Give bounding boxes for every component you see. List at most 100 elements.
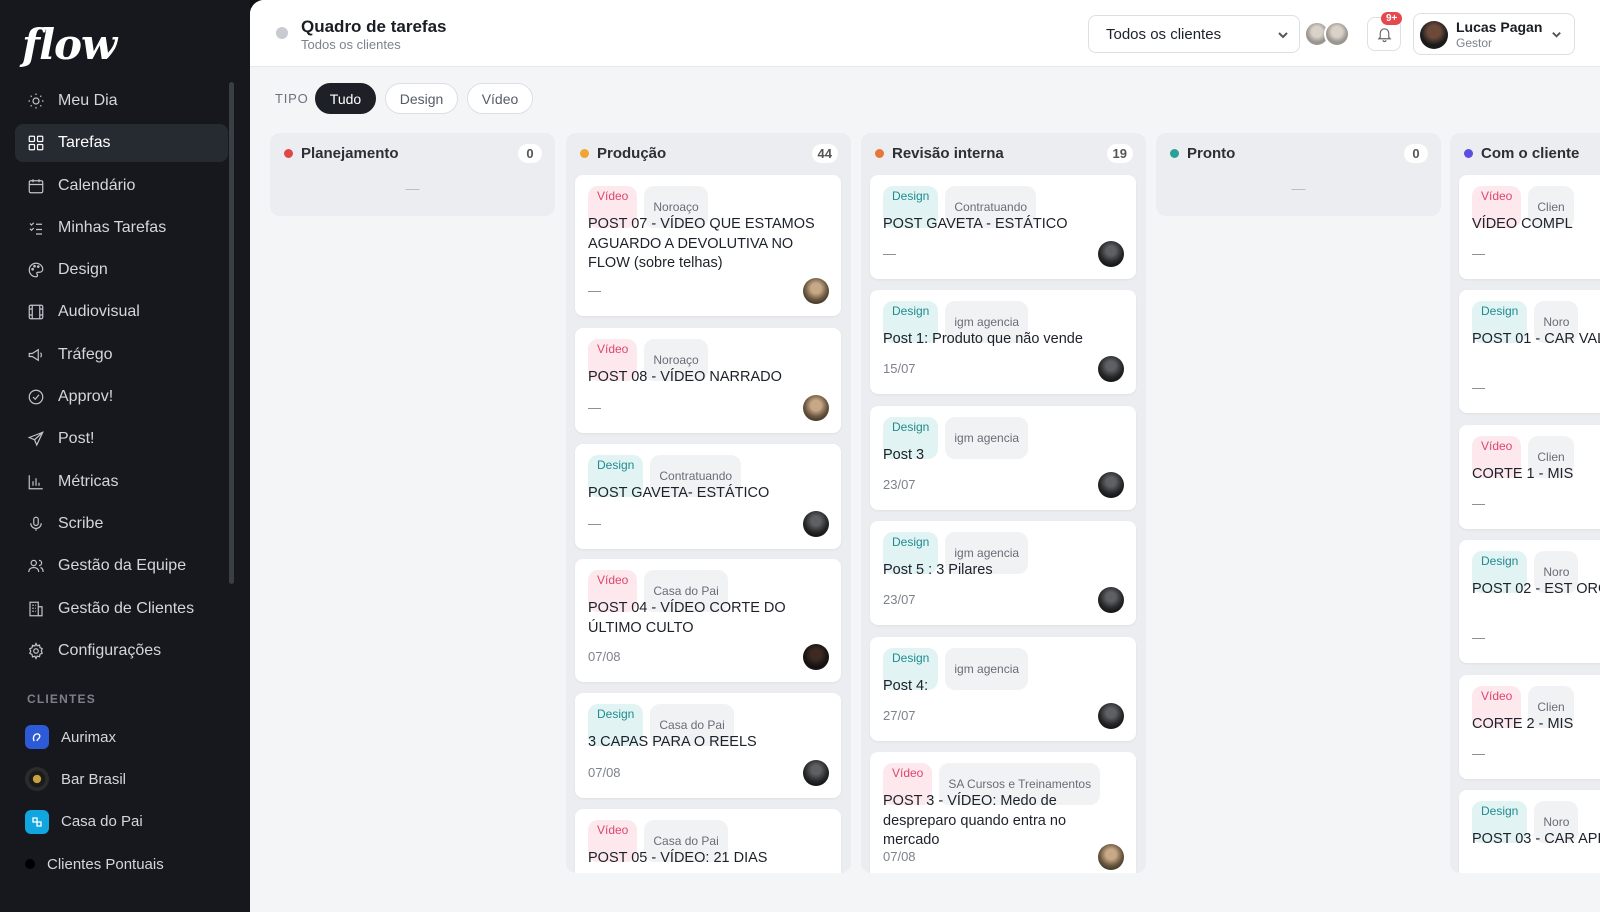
client-select[interactable]: Todos os clientes xyxy=(1088,15,1300,53)
sidebar-item-calendario[interactable]: Calendário xyxy=(15,167,228,205)
task-card[interactable]: Design igm agencia Post 1: Produto que não… xyxy=(870,290,1136,394)
card-title: POST 02 - EST ORGANIZA A C xyxy=(1472,581,1600,597)
task-card[interactable]: Vídeo Noroaço POST 07 - VÍDEO QUE ESTAMOS … xyxy=(575,175,841,316)
sidebar-item-scribe[interactable]: Scribe xyxy=(15,505,228,543)
sidebar-item-trafego[interactable]: Tráfego xyxy=(15,336,228,374)
client-name: Casa do Pai xyxy=(61,813,143,831)
task-card[interactable]: Vídeo Noroaço POST 08 - VÍDEO NARRADO — xyxy=(575,328,841,433)
sidebar-item-design[interactable]: Design xyxy=(15,251,228,289)
task-card[interactable]: Design igm agencia Post 3 23/07 xyxy=(870,406,1136,510)
sidebar-item-post[interactable]: Post! xyxy=(15,420,228,458)
column-count-badge: 0 xyxy=(518,144,542,163)
card-title: CORTE 2 - MIS xyxy=(1472,716,1574,732)
task-card[interactable]: Vídeo Clien VÍDEO COMPL — xyxy=(1459,175,1600,279)
client-name: Aurimax xyxy=(61,728,117,746)
task-card[interactable]: Vídeo SA Cursos e Treinamentos POST 3 - VÍ… xyxy=(870,752,1136,873)
avatar xyxy=(1098,356,1124,382)
task-card[interactable]: Design Casa do Pai 3 CAPAS PARA O REELS 07/… xyxy=(575,693,841,798)
client-dot-icon xyxy=(25,859,35,870)
card-due-date: — xyxy=(1472,496,1485,511)
client-name: Clientes Pontuais xyxy=(47,855,164,873)
page-title: Quadro de tarefas xyxy=(301,17,447,36)
sidebar-item-label: Post! xyxy=(58,430,95,448)
card-due-date: 15/07 xyxy=(883,361,916,376)
sidebar-item-gestao-de-clientes[interactable]: Gestão de Clientes xyxy=(15,590,228,628)
sun-icon xyxy=(28,93,44,109)
card-title: VÍDEO COMPL xyxy=(1472,216,1573,232)
column-header[interactable]: Pronto 0 xyxy=(1156,133,1441,174)
card-due-date: — xyxy=(1472,746,1485,761)
filter-label: TIPO xyxy=(275,91,309,106)
sidebar-item-approv[interactable]: Approv! xyxy=(15,378,228,416)
kanban-column: Pronto 0 — xyxy=(1156,133,1441,216)
sidebar-item-label: Métricas xyxy=(58,472,119,490)
filter-chip-tudo[interactable]: Tudo xyxy=(315,83,376,114)
sidebar-item-minhas-tarefas[interactable]: Minhas Tarefas xyxy=(15,209,228,247)
clients-list: Aurimax Bar Brasil Casa do Pai Clientes Pon… xyxy=(25,716,235,885)
column-header[interactable]: Revisão interna 19 xyxy=(861,133,1146,174)
column-header[interactable]: Produção 44 xyxy=(566,133,851,174)
user-menu[interactable]: Lucas Pagan Gestor xyxy=(1413,13,1575,55)
card-title: POST GAVETA - ESTÁTICO xyxy=(883,216,1068,232)
column-status-dot xyxy=(1464,149,1473,158)
task-card[interactable]: Design igm agencia Post 5 : 3 Pilares 23/07 xyxy=(870,521,1136,625)
gear-icon xyxy=(28,641,44,660)
column-status-dot xyxy=(1170,149,1179,158)
app-window: flow Meu Dia Tarefas Calendário Minhas Tare… xyxy=(0,0,1600,912)
client-item[interactable]: Bar Brasil xyxy=(25,758,235,800)
sidebar-item-label: Gestão da Equipe xyxy=(58,557,187,575)
card-title: POST 05 - VÍDEO: 21 DIAS xyxy=(588,850,768,866)
checklist-icon xyxy=(29,222,42,235)
task-card[interactable]: Design Contratuando POST GAVETA- ESTÁTICO — xyxy=(575,444,841,549)
sidebar-item-configuracoes[interactable]: Configurações xyxy=(15,632,228,670)
sidebar-item-meu-dia[interactable]: Meu Dia xyxy=(15,82,228,120)
sidebar-item-audiovisual[interactable]: Audiovisual xyxy=(15,293,228,331)
task-card[interactable]: Vídeo Casa do Pai POST 04 - VÍDEO CORTE DO… xyxy=(575,559,841,682)
notifications-badge: 9+ xyxy=(1381,12,1403,25)
avatar xyxy=(1324,21,1350,47)
column-status-dot xyxy=(580,149,589,158)
card-title: CORTE 1 - MIS xyxy=(1472,466,1574,482)
column-header[interactable]: Com o cliente xyxy=(1450,133,1600,174)
sidebar-item-label: Gestão de Clientes xyxy=(58,599,195,617)
client-item[interactable]: Clientes Pontuais xyxy=(25,843,235,885)
task-card[interactable]: Vídeo Casa do Pai POST 05 - VÍDEO: 21 DIAS xyxy=(575,809,841,873)
chevron-down-icon xyxy=(1278,32,1288,39)
grid-icon xyxy=(28,135,44,151)
filter-chip-video[interactable]: Vídeo xyxy=(467,83,533,114)
column-count-badge: 19 xyxy=(1106,144,1133,163)
kanban-column: Planejamento 0 — xyxy=(270,133,555,216)
task-card[interactable]: Vídeo Clien CORTE 1 - MIS — xyxy=(1459,425,1600,529)
card-due-date: 23/07 xyxy=(883,592,916,607)
user-role: Gestor xyxy=(1456,36,1493,50)
users-icon xyxy=(28,560,44,573)
card-due-date: — xyxy=(883,246,896,261)
sidebar-item-metricas[interactable]: Métricas xyxy=(15,463,228,501)
sidebar-scrollbar[interactable] xyxy=(229,82,234,584)
check-circle-icon xyxy=(28,389,44,405)
column-header[interactable]: Planejamento 0 xyxy=(270,133,555,174)
task-card[interactable]: Vídeo Clien CORTE 2 - MIS — xyxy=(1459,675,1600,779)
avatar xyxy=(803,278,829,304)
card-due-date: — xyxy=(1472,380,1485,395)
sidebar-nav: Meu Dia Tarefas Calendário Minhas Tarefas De… xyxy=(15,82,228,674)
task-card[interactable]: Design Contratuando POST GAVETA - ESTÁTICO… xyxy=(870,175,1136,279)
card-title: Post 1: Produto que não vende xyxy=(883,331,1083,347)
team-avatars[interactable] xyxy=(1304,21,1354,47)
client-item[interactable]: Aurimax xyxy=(25,716,235,758)
avatar xyxy=(803,511,829,537)
task-card[interactable]: DesignNoroPOST 01 - CAR VALOR— xyxy=(1459,290,1600,413)
sidebar-item-gestao-da-equipe[interactable]: Gestão da Equipe xyxy=(15,547,228,585)
column-status-dot xyxy=(284,149,293,158)
send-icon xyxy=(27,431,44,447)
sidebar-item-label: Audiovisual xyxy=(58,303,140,321)
task-card[interactable]: DesignNoroPOST 03 - CAR APROVEITAME xyxy=(1459,790,1600,873)
clients-section-label: CLIENTES xyxy=(27,692,96,706)
client-item[interactable]: Casa do Pai xyxy=(25,801,235,843)
task-card[interactable]: Design igm agencia Post 4: 27/07 xyxy=(870,637,1136,741)
sidebar-item-tarefas[interactable]: Tarefas xyxy=(15,124,228,163)
app-logo[interactable]: flow xyxy=(22,20,117,69)
task-card[interactable]: DesignNoroPOST 02 - EST ORGANIZA A C— xyxy=(1459,540,1600,663)
sidebar-item-label: Approv! xyxy=(58,388,114,406)
filter-chip-design[interactable]: Design xyxy=(385,83,458,114)
